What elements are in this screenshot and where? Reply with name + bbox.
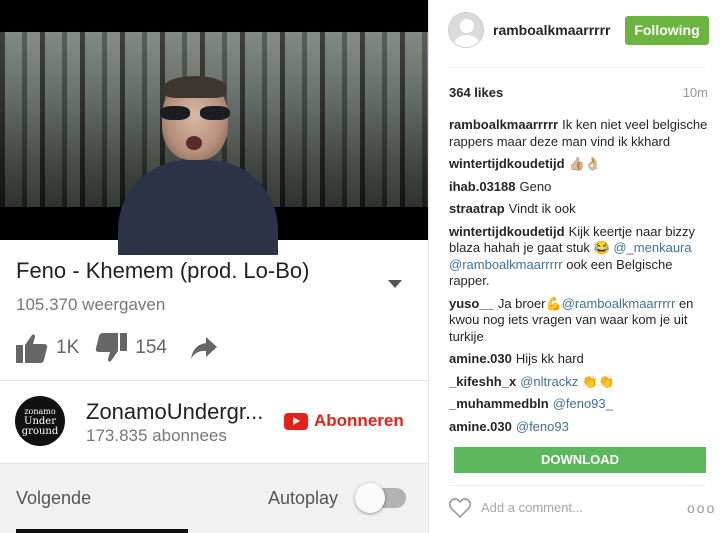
video-frame[interactable] <box>0 32 428 255</box>
dislike-count: 154 <box>135 337 167 358</box>
comment-mention[interactable]: @nltrackz <box>520 374 578 389</box>
autoplay-toggle-knob[interactable] <box>355 483 385 513</box>
comment-username[interactable]: wintertijdkoudetijd <box>449 156 565 171</box>
channel-avatar[interactable]: zonamo Under ground <box>15 396 65 446</box>
comment-mention[interactable]: @feno93_ <box>553 396 613 411</box>
like-count[interactable]: 364 likes <box>449 85 503 100</box>
thumbs-up-icon <box>16 334 48 363</box>
up-next-label: Volgende <box>16 488 92 508</box>
comment-username[interactable]: straatrap <box>449 201 505 216</box>
divider <box>0 380 428 381</box>
subscribe-label: Abonneren <box>314 411 404 430</box>
heart-icon[interactable] <box>449 498 471 518</box>
share-icon <box>190 337 217 359</box>
list-item: straatrap Vindt ik ook <box>449 201 713 218</box>
chevron-down-icon[interactable] <box>388 280 402 288</box>
next-video-thumbnail[interactable] <box>16 529 188 533</box>
divider <box>449 485 705 486</box>
channel-name[interactable]: ZonamoUndergr... <box>86 399 274 425</box>
comment-mention[interactable]: @feno93 <box>516 419 569 434</box>
post-time: 10m <box>682 85 708 100</box>
comment-text: 👍🏼👌🏼 <box>568 156 601 171</box>
person-mouth <box>186 136 202 150</box>
like-button[interactable]: 1K <box>16 333 79 363</box>
divider <box>449 67 705 68</box>
youtube-panel: Feno - Khemem (prod. Lo-Bo) 105.370 weer… <box>0 0 428 533</box>
video-actions: 1K 154 <box>16 333 233 363</box>
list-item: amine.030 @feno93 <box>449 419 713 436</box>
list-item: wintertijdkoudetijd 👍🏼👌🏼 <box>449 156 713 173</box>
video-person <box>118 76 278 255</box>
list-item: ihab.03188 Geno <box>449 179 713 196</box>
video-player[interactable] <box>0 0 428 255</box>
subscriber-count: 173.835 abonnees <box>86 426 227 445</box>
person-hair <box>164 76 226 98</box>
comment-username[interactable]: ramboalkmaarrrrr <box>449 117 558 132</box>
comment-username[interactable]: amine.030 <box>449 419 512 434</box>
comment-mention[interactable]: @ramboalkmaarrrrr <box>562 296 676 311</box>
instagram-panel: ramboalkmaarrrrr Following 364 likes 10m… <box>428 0 720 533</box>
list-item: amine.030 Hijs kk hard <box>449 351 713 368</box>
comment-username[interactable]: ihab.03188 <box>449 179 516 194</box>
download-button[interactable]: DOWNLOAD <box>454 447 706 473</box>
comment-text: Geno <box>519 178 552 194</box>
following-button[interactable]: Following <box>625 16 709 45</box>
thumbs-down-icon <box>96 333 128 362</box>
comment-list[interactable]: ramboalkmaarrrrr Ik ken niet veel belgisc… <box>449 117 713 443</box>
comment-text: Vindt ik ook <box>508 201 576 216</box>
comment-username[interactable]: _kifeshh_x <box>449 374 516 389</box>
person-body <box>118 160 278 255</box>
share-button[interactable] <box>190 337 217 359</box>
list-item: _kifeshh_x @nltrackz 👏👏 <box>449 374 713 391</box>
avatar[interactable] <box>448 12 484 48</box>
sunglasses <box>160 106 230 120</box>
comment-username[interactable]: amine.030 <box>449 351 512 366</box>
comment-username[interactable]: wintertijdkoudetijd <box>449 224 565 239</box>
like-count: 1K <box>56 337 80 358</box>
autoplay-label: Autoplay <box>268 488 339 508</box>
comment-input[interactable]: Add a comment... <box>481 500 583 515</box>
view-count: 105.370 weergaven <box>16 295 166 314</box>
channel-logo-text: ground <box>21 426 59 437</box>
list-item: yuso__ Ja broer💪@ramboalkmaarrrrr en kwou… <box>449 296 713 346</box>
subscribe-button[interactable]: Abonneren <box>284 411 404 431</box>
more-options-icon[interactable]: ooo <box>687 500 716 516</box>
post-username[interactable]: ramboalkmaarrrrr <box>493 22 611 38</box>
video-title: Feno - Khemem (prod. Lo-Bo) <box>16 258 310 283</box>
comment-text: Hijs kk hard <box>515 351 584 366</box>
list-item: ramboalkmaarrrrr Ik ken niet veel belgisc… <box>449 117 713 150</box>
comment-text: Ja broer💪 <box>497 295 562 311</box>
comment-username[interactable]: _muhammedbln <box>449 396 549 411</box>
dislike-button[interactable]: 154 <box>95 333 167 363</box>
youtube-play-icon <box>284 412 308 430</box>
comment-username[interactable]: yuso__ <box>449 296 494 311</box>
list-item: wintertijdkoudetijd Kijk keertje naar biz… <box>449 224 713 290</box>
list-item: _muhammedbln @feno93_ <box>449 396 713 413</box>
comment-text: 👏👏 <box>581 373 615 389</box>
